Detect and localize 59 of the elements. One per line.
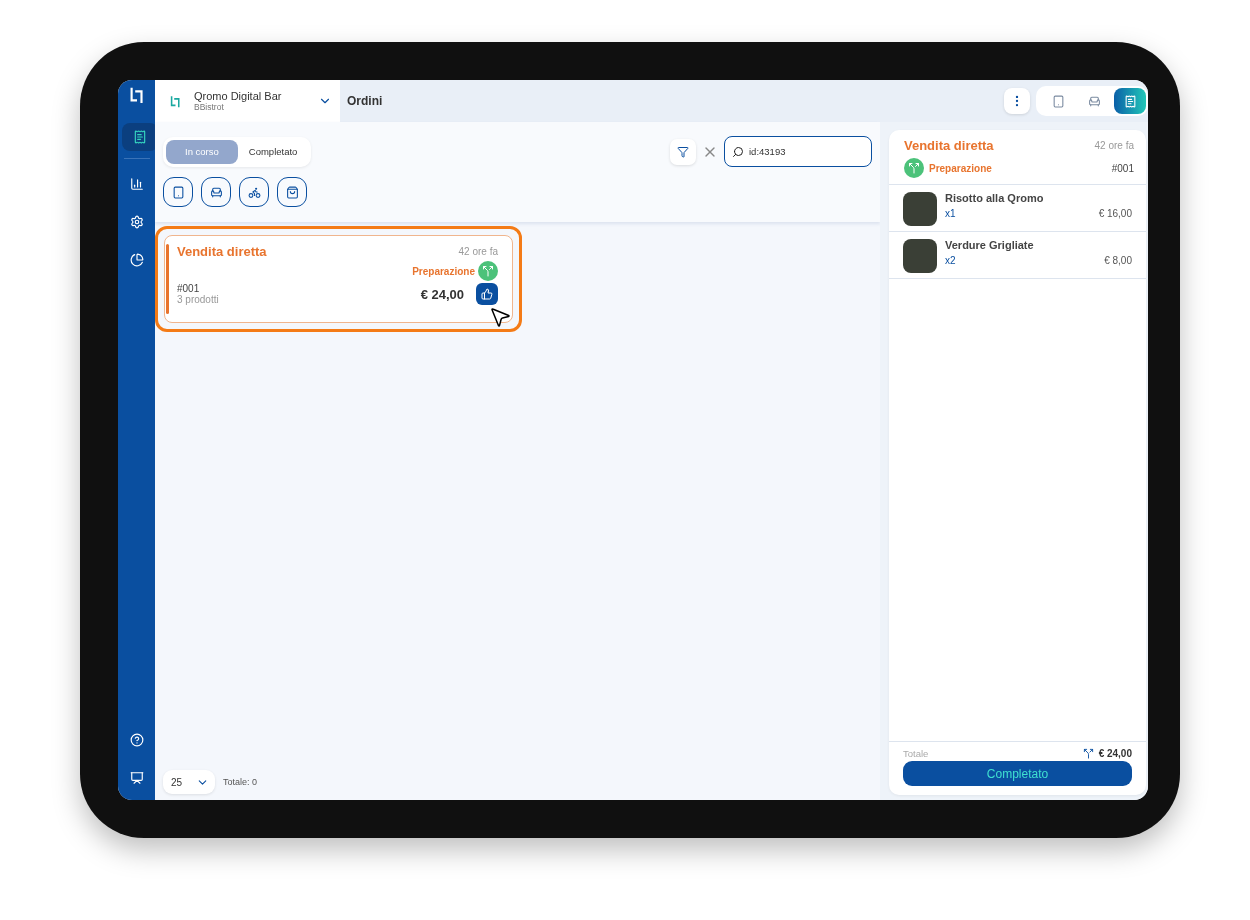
status-icon [478, 261, 498, 281]
order-total: € 24,00 [420, 286, 464, 302]
store-selector[interactable]: Qromo Digital Bar BBistrot [155, 80, 340, 122]
page-size-select[interactable]: 25 [163, 770, 215, 794]
search-icon [732, 146, 744, 158]
order-time: 42 ore fa [458, 246, 498, 257]
scooter-icon [247, 185, 261, 199]
order-status: Preparazione [412, 265, 475, 277]
armchair-button[interactable] [201, 177, 231, 207]
tablet-icon [1051, 94, 1065, 108]
store-name: Qromo Digital Bar [194, 90, 283, 102]
item-quantity: x2 [945, 255, 956, 266]
total-count: Totale: 0 [223, 777, 258, 787]
order-card[interactable]: Vendita diretta 42 ore fa Preparazione #001 3 prodotti € 24,00 [164, 235, 513, 323]
status-tab[interactable]: Completato [237, 139, 309, 164]
status-icon [904, 158, 924, 178]
tablet-icon [171, 185, 185, 199]
thumbs-up-icon [481, 288, 493, 300]
receipt-icon [1123, 94, 1137, 108]
item-name: Risotto alla Qromo [945, 192, 1045, 204]
item-name: Verdure Grigliate [945, 239, 1035, 251]
detail-title: Vendita diretta [904, 138, 994, 153]
cursor-icon [488, 305, 512, 329]
receipt-icon [132, 130, 147, 144]
complete-button[interactable]: Completato [903, 761, 1132, 786]
view-button[interactable] [1114, 88, 1146, 114]
food-photo-placeholder [903, 192, 937, 226]
item-quantity: x1 [945, 208, 956, 219]
item-price: € 16,00 [1098, 208, 1132, 219]
food-photo-placeholder [903, 239, 937, 273]
total-label: Totale [903, 748, 929, 759]
gear-icon [129, 215, 144, 229]
item-price: € 8,00 [1104, 255, 1132, 266]
order-title: Vendita diretta [177, 244, 267, 259]
filter-icon [677, 145, 689, 158]
total-value: € 24,00 [1098, 748, 1132, 759]
pie-chart-icon [129, 253, 144, 267]
order-number: #001 [177, 283, 201, 294]
status-icon [1082, 748, 1094, 759]
detail-time: 42 ore fa [1094, 140, 1134, 151]
armchair-icon [209, 185, 223, 199]
filter-button[interactable] [670, 138, 696, 165]
bag-icon [285, 185, 299, 199]
tablet-button[interactable] [163, 177, 193, 207]
monitor-icon[interactable] [129, 771, 144, 785]
bag-button[interactable] [277, 177, 307, 207]
page-title: Ordini [347, 94, 384, 108]
armchair-icon [1087, 94, 1101, 108]
logo-icon [169, 94, 182, 108]
search-field[interactable]: id:43193 [724, 136, 872, 167]
bar-chart-icon [129, 177, 144, 191]
sidebar-item[interactable] [121, 123, 158, 151]
store-subtitle: BBistrot [194, 102, 225, 112]
scooter-button[interactable] [239, 177, 269, 207]
help-icon[interactable] [129, 733, 144, 747]
detail-number: #001 [1111, 162, 1134, 174]
detail-status: Preparazione [929, 162, 992, 174]
thumbs-up-button[interactable] [476, 283, 498, 305]
product-count: 3 prodotti [177, 294, 219, 305]
